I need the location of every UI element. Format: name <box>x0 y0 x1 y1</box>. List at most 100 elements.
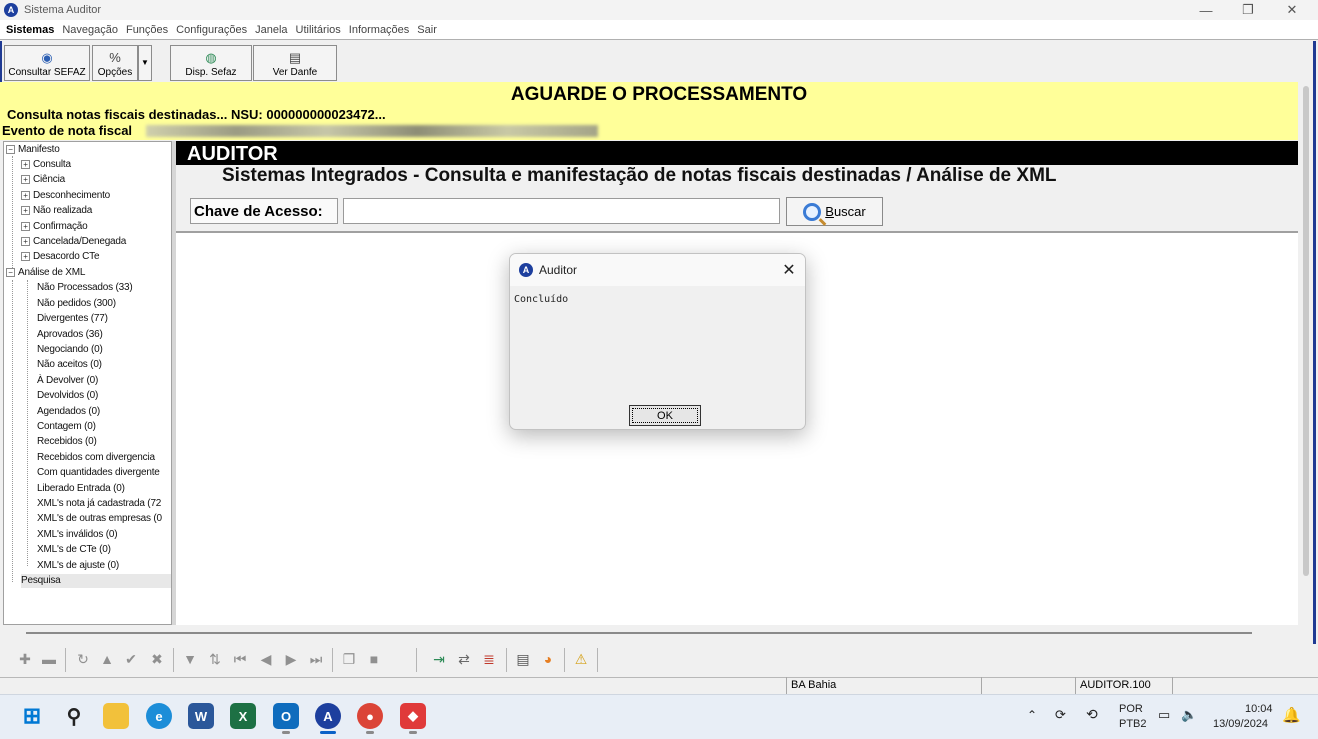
ok-button[interactable]: OK <box>629 405 701 426</box>
chart-icon[interactable]: ◕ <box>539 650 557 668</box>
tray-network-icon[interactable]: ⟲ <box>1086 706 1098 723</box>
print-icon[interactable]: ▤ <box>514 650 532 668</box>
tree-leaf[interactable]: XML's nota já cadastrada (72 <box>37 497 161 511</box>
tree-leaf[interactable]: Liberado Entrada (0) <box>37 482 125 496</box>
horizontal-scrollbar[interactable] <box>26 632 1252 634</box>
tree-leaf[interactable]: XML's de outras empresas (0 <box>37 512 162 526</box>
menu-utilitarios[interactable]: Utilitários <box>296 24 341 36</box>
expand-icon[interactable]: + <box>21 159 30 169</box>
prev-record-icon[interactable]: ◀ <box>257 650 275 668</box>
edge-browser-icon[interactable]: e <box>146 703 172 729</box>
tree-leaf[interactable]: Agendados (0) <box>37 405 100 419</box>
menu-janela[interactable]: Janela <box>255 24 287 36</box>
tree-node-analise-xml[interactable]: − Análise de XML <box>6 266 85 280</box>
tree-leaf[interactable]: XML's de CTe (0) <box>37 543 111 557</box>
maximize-button[interactable]: ❐ <box>1226 0 1270 20</box>
menu-sair[interactable]: Sair <box>417 24 437 36</box>
tree-leaf[interactable]: Aprovados (36) <box>37 328 103 342</box>
vertical-scrollbar[interactable] <box>1303 86 1309 576</box>
opcoes-button[interactable]: % Opções <box>92 45 138 81</box>
tray-chevron-icon[interactable]: ⌃ <box>1027 708 1037 722</box>
dialog-close-icon[interactable]: ✕ <box>779 260 799 280</box>
cancel-icon[interactable]: ✖ <box>148 650 166 668</box>
tree-leaf[interactable]: Contagem (0) <box>37 420 96 434</box>
file-explorer-icon[interactable] <box>103 703 129 729</box>
tree-node-confirmacao[interactable]: + Confirmação <box>21 220 88 234</box>
refresh-icon[interactable]: ↻ <box>74 650 92 668</box>
menu-navegacao[interactable]: Navegação <box>62 24 118 36</box>
sort-icon[interactable]: ⇅ <box>206 650 224 668</box>
menu-configuracoes[interactable]: Configurações <box>176 24 247 36</box>
tree-leaf[interactable]: Com quantidades divergente <box>37 466 160 480</box>
copy-icon[interactable]: ❐ <box>340 650 358 668</box>
expand-icon[interactable]: + <box>21 251 30 261</box>
expand-icon[interactable]: + <box>21 174 30 184</box>
warning-icon[interactable]: ⚠ <box>572 650 590 668</box>
chrome-icon[interactable]: ● <box>357 703 383 729</box>
menu-informacoes[interactable]: Informações <box>349 24 410 36</box>
expand-icon[interactable]: + <box>21 205 30 215</box>
tree-node-pesquisa[interactable]: Pesquisa <box>21 574 171 588</box>
consultar-sefaz-button[interactable]: ◉ Consultar SEFAZ <box>4 45 90 81</box>
expand-icon[interactable]: + <box>21 236 30 246</box>
tree-node-cancelada-denegada[interactable]: + Cancelada/Denegada <box>21 235 126 249</box>
export-icon[interactable]: ⇥ <box>430 650 448 668</box>
expand-icon[interactable]: + <box>21 190 30 200</box>
last-record-icon[interactable]: ⏭ <box>307 650 325 668</box>
tree-leaf[interactable]: Não pedidos (300) <box>37 297 116 311</box>
tree-node-desconhecimento[interactable]: + Desconhecimento <box>21 189 110 203</box>
report-icon[interactable]: ≣ <box>480 650 498 668</box>
add-record-icon[interactable]: ✚ <box>16 650 34 668</box>
tray-sync-icon[interactable]: ⟳ <box>1055 707 1066 723</box>
tree-leaf[interactable]: Negociando (0) <box>37 343 103 357</box>
next-record-icon[interactable]: ▶ <box>282 650 300 668</box>
tree-leaf[interactable]: Recebidos (0) <box>37 435 97 449</box>
menu-funcoes[interactable]: Funções <box>126 24 168 36</box>
tree-leaf[interactable]: Devolvidos (0) <box>37 389 98 403</box>
disp-sefaz-button[interactable]: ◍ Disp. Sefaz <box>170 45 252 81</box>
buscar-button[interactable]: Buscar <box>786 197 883 226</box>
filter-icon[interactable]: ▼ <box>181 650 199 668</box>
tree-leaf[interactable]: Não Processados (33) <box>37 281 133 295</box>
tree-node-ciencia[interactable]: + Ciência <box>21 173 65 187</box>
navigation-tree[interactable]: − Manifesto + Consulta + Ciência + Desconhec… <box>3 141 172 625</box>
menu-sistemas[interactable]: Sistemas <box>6 24 54 36</box>
excel-icon[interactable]: X <box>230 703 256 729</box>
windows-start-icon[interactable]: ⊞ <box>19 703 45 729</box>
transfer-icon[interactable]: ⇄ <box>455 650 473 668</box>
tree-leaf[interactable]: Não aceitos (0) <box>37 358 102 372</box>
ver-danfe-button[interactable]: ▤ Ver Danfe <box>253 45 337 81</box>
tray-monitor-icon[interactable]: ▭ <box>1158 707 1170 723</box>
auditor-app-icon[interactable]: A <box>315 703 341 729</box>
edit-up-icon[interactable]: ▲ <box>98 650 116 668</box>
tree-leaf[interactable]: À Devolver (0) <box>37 374 98 388</box>
tree-node-nao-realizada[interactable]: + Não realizada <box>21 204 92 218</box>
anydesk-icon[interactable]: ◆ <box>400 703 426 729</box>
opcoes-dropdown-button[interactable]: ▼ <box>138 45 152 81</box>
remove-record-icon[interactable]: ▬ <box>40 650 58 668</box>
search-icon[interactable]: ⚲ <box>61 703 87 729</box>
tray-time[interactable]: 10:04 <box>1245 703 1273 715</box>
first-record-icon[interactable]: ⏮ <box>231 650 249 668</box>
tray-language[interactable]: POR <box>1119 703 1143 715</box>
close-button[interactable]: ✕ <box>1270 0 1314 20</box>
tree-node-manifesto[interactable]: − Manifesto <box>6 143 60 157</box>
tree-leaf[interactable]: XML's inválidos (0) <box>37 528 118 542</box>
tree-node-consulta[interactable]: + Consulta <box>21 158 71 172</box>
tree-node-desacordo-cte[interactable]: + Desacordo CTe <box>21 250 100 264</box>
tree-leaf[interactable]: Recebidos com divergencia <box>37 451 155 465</box>
tray-date[interactable]: 13/09/2024 <box>1213 718 1268 730</box>
chave-acesso-input[interactable] <box>343 198 780 224</box>
save-icon[interactable]: ■ <box>365 650 383 668</box>
tray-keyboard-layout[interactable]: PTB2 <box>1119 718 1147 730</box>
outlook-icon[interactable]: O <box>273 703 299 729</box>
notification-bell-icon[interactable]: 🔔 <box>1282 706 1301 724</box>
word-icon[interactable]: W <box>188 703 214 729</box>
tree-leaf[interactable]: Divergentes (77) <box>37 312 108 326</box>
confirm-icon[interactable]: ✔ <box>122 650 140 668</box>
tree-leaf[interactable]: XML's de ajuste (0) <box>37 559 119 573</box>
minimize-button[interactable]: — <box>1184 0 1228 20</box>
collapse-icon[interactable]: − <box>6 144 15 154</box>
collapse-icon[interactable]: − <box>6 267 15 277</box>
tray-volume-icon[interactable]: 🔈 <box>1181 707 1197 723</box>
